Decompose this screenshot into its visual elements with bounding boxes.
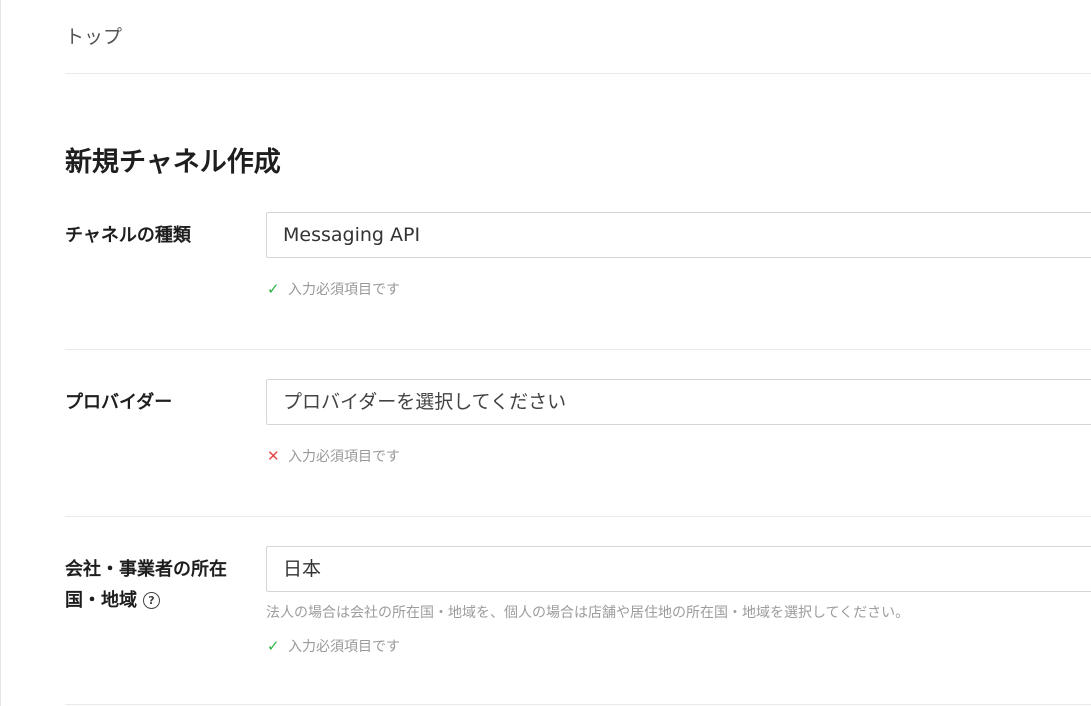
- country-label: 会社・事業者の所在国・地域?: [65, 554, 250, 616]
- channel-type-select[interactable]: Messaging API: [266, 212, 1091, 258]
- channel-type-validation-text: 入力必須項目です: [288, 282, 400, 298]
- divider: [65, 73, 1091, 74]
- channel-type-validation: ✓ 入力必須項目です: [267, 279, 400, 299]
- country-hint: 法人の場合は会社の所在国・地域を、個人の場合は店舗や居住地の所在国・地域を選択し…: [266, 605, 910, 621]
- provider-validation-text: 入力必須項目です: [288, 449, 400, 465]
- channel-type-value: Messaging API: [283, 224, 421, 246]
- page-title: 新規チャネル作成: [65, 147, 281, 178]
- cross-icon: ✕: [267, 447, 280, 465]
- country-validation: ✓ 入力必須項目です: [267, 636, 400, 656]
- breadcrumb-top-link[interactable]: トップ: [65, 22, 122, 49]
- channel-type-label: チャネルの種類: [65, 225, 191, 246]
- help-icon[interactable]: ?: [143, 592, 160, 609]
- country-value: 日本: [283, 558, 322, 580]
- check-icon: ✓: [267, 637, 280, 655]
- provider-placeholder: プロバイダーを選択してください: [283, 391, 567, 413]
- provider-label: プロバイダー: [65, 392, 173, 413]
- country-validation-text: 入力必須項目です: [288, 639, 400, 655]
- divider: [65, 516, 1091, 517]
- divider: [65, 704, 1091, 705]
- provider-validation: ✕ 入力必須項目です: [267, 446, 400, 466]
- check-icon: ✓: [267, 280, 280, 298]
- country-select[interactable]: 日本: [266, 546, 1091, 592]
- provider-select[interactable]: プロバイダーを選択してください: [266, 379, 1091, 425]
- divider: [65, 349, 1091, 350]
- page: トップ 新規チャネル作成 チャネルの種類 Messaging API ✓ 入力必…: [0, 0, 1091, 706]
